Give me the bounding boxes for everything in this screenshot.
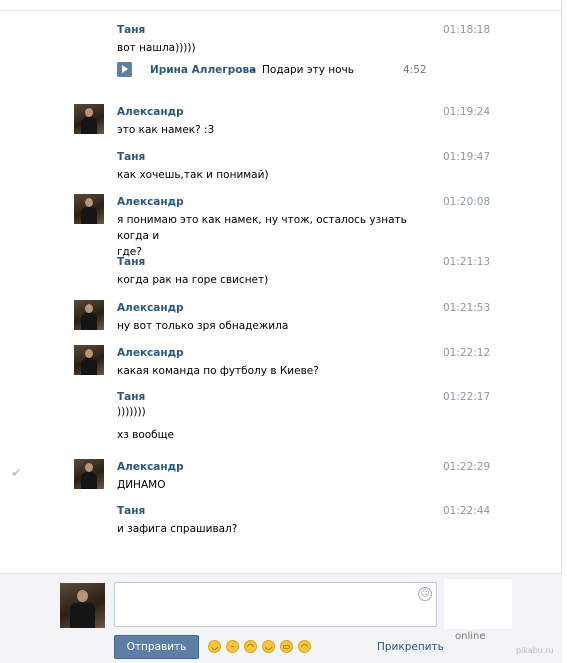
message-text: вот нашла))))) xyxy=(117,40,437,56)
message-author[interactable]: Таня xyxy=(117,24,145,36)
message-author[interactable]: Александр xyxy=(117,106,184,118)
message-text: ДИНАМО xyxy=(117,477,437,493)
grin-emoji-icon[interactable]: ▭ xyxy=(280,640,293,653)
message-text: когда рак на горе свиснет) xyxy=(117,272,437,288)
message-time[interactable]: 01:19:24 xyxy=(443,106,490,118)
avatar[interactable] xyxy=(74,300,104,330)
neutral-emoji-icon[interactable]: – xyxy=(226,640,239,653)
message-text: какая команда по футболу в Киеве? xyxy=(117,363,437,379)
online-status: online xyxy=(455,631,486,642)
message-author[interactable]: Александр xyxy=(117,196,184,208)
message-time[interactable]: 01:18:18 xyxy=(443,24,490,36)
message-author[interactable]: Таня xyxy=(117,256,145,268)
message-item: Александр 01:21:53 ну вот только зря обн… xyxy=(0,297,562,337)
message-time[interactable]: 01:22:17 xyxy=(443,391,490,403)
avatar[interactable] xyxy=(74,459,104,489)
play-icon[interactable] xyxy=(117,62,132,77)
message-author[interactable]: Александр xyxy=(117,347,184,359)
emoji-bar: ◡ – ◠ ◡ ▭ ◠ xyxy=(208,640,311,653)
message-item: Таня 01:21:13 когда рак на горе свиснет) xyxy=(0,252,562,292)
message-line: я понимаю это как намек, ну чтож, остало… xyxy=(117,214,407,242)
message-item: Таня 01:22:17 ))))))) хз вообще xyxy=(0,387,562,451)
smile-emoji-icon[interactable]: ◡ xyxy=(262,640,275,653)
read-check-icon: ✔ xyxy=(11,466,22,481)
divider xyxy=(0,10,562,11)
message-text: как хочешь,так и понимай) xyxy=(117,167,437,183)
avatar[interactable] xyxy=(74,345,104,375)
message-time[interactable]: 01:22:44 xyxy=(443,505,490,517)
avatar[interactable] xyxy=(74,104,104,134)
message-item: Александр 01:22:12 какая команда по футб… xyxy=(0,342,562,382)
audio-artist[interactable]: Ирина Аллегрова xyxy=(150,64,256,76)
laughing-emoji-icon[interactable]: ◡ xyxy=(208,640,221,653)
avatar[interactable] xyxy=(74,194,104,224)
peer-avatar[interactable] xyxy=(444,579,512,629)
message-time[interactable]: 01:21:13 xyxy=(443,256,490,268)
message-item: Александр 01:22:29 ДИНАМО xyxy=(0,456,562,496)
message-time[interactable]: 01:20:08 xyxy=(443,196,490,208)
chat-window: Таня 01:18:18 вот нашла))))) Ирина Аллег… xyxy=(0,0,562,663)
message-item: Александр 01:19:24 это как намек? :3 xyxy=(0,101,562,141)
my-avatar[interactable] xyxy=(60,583,105,628)
send-button[interactable]: Отправить xyxy=(114,635,199,659)
message-text: и зафига спрашивал? xyxy=(117,521,437,537)
attach-link[interactable]: Прикрепить xyxy=(377,641,444,653)
audio-title: Подари эту ночь xyxy=(262,64,354,76)
message-line: когда рак на горе свиснет) xyxy=(117,274,269,286)
message-item: Александр 01:20:08 я понимаю это как нам… xyxy=(0,191,562,258)
message-composer: ☺ Отправить ◡ – ◠ ◡ ▭ ◠ Прикрепить onlin… xyxy=(0,573,562,663)
message-time[interactable]: 01:22:29 xyxy=(443,461,490,473)
message-line: ДИНАМО xyxy=(117,479,166,491)
message-author[interactable]: Александр xyxy=(117,461,184,473)
message-author[interactable]: Александр xyxy=(117,302,184,314)
message-author[interactable]: Таня xyxy=(117,505,145,517)
audio-duration: 4:52 xyxy=(403,64,427,76)
message-item: Таня 01:19:47 как хочешь,так и понимай) xyxy=(0,147,562,187)
message-author[interactable]: Таня xyxy=(117,151,145,163)
sad-emoji-icon[interactable]: ◠ xyxy=(298,640,311,653)
message-line: как хочешь,так и понимай) xyxy=(117,169,269,181)
message-time[interactable]: 01:19:47 xyxy=(443,151,490,163)
message-item: Таня 01:22:44 и зафига спрашивал? xyxy=(0,501,562,541)
message-line: и зафига спрашивал? xyxy=(117,523,238,535)
message-line: это как намек? :3 xyxy=(117,124,215,136)
message-author[interactable]: Таня xyxy=(117,391,145,403)
message-time[interactable]: 01:21:53 xyxy=(443,302,490,314)
message-text: это как намек? :3 xyxy=(117,122,437,138)
audio-separator: – xyxy=(250,64,256,76)
message-text: ))))))) хз вообще xyxy=(117,407,437,442)
message-item: Таня 01:18:18 вот нашла))))) xyxy=(0,20,562,90)
message-line: вот нашла))))) xyxy=(117,42,196,54)
relieved-emoji-icon[interactable]: ◠ xyxy=(244,640,257,653)
message-line: ну вот только зря обнадежила xyxy=(117,320,289,332)
watermark: pikabu.ru xyxy=(516,646,554,655)
message-line: ))))))) xyxy=(117,406,146,418)
message-line: какая команда по футболу в Киеве? xyxy=(117,365,319,377)
audio-attachment: Ирина Аллегрова – Подари эту ночь 4:52 xyxy=(117,62,427,78)
message-line: хз вообще xyxy=(117,429,174,441)
smile-icon[interactable]: ☺ xyxy=(418,587,432,601)
message-input[interactable] xyxy=(114,582,437,627)
message-text: ну вот только зря обнадежила xyxy=(117,318,437,334)
message-time[interactable]: 01:22:12 xyxy=(443,347,490,359)
